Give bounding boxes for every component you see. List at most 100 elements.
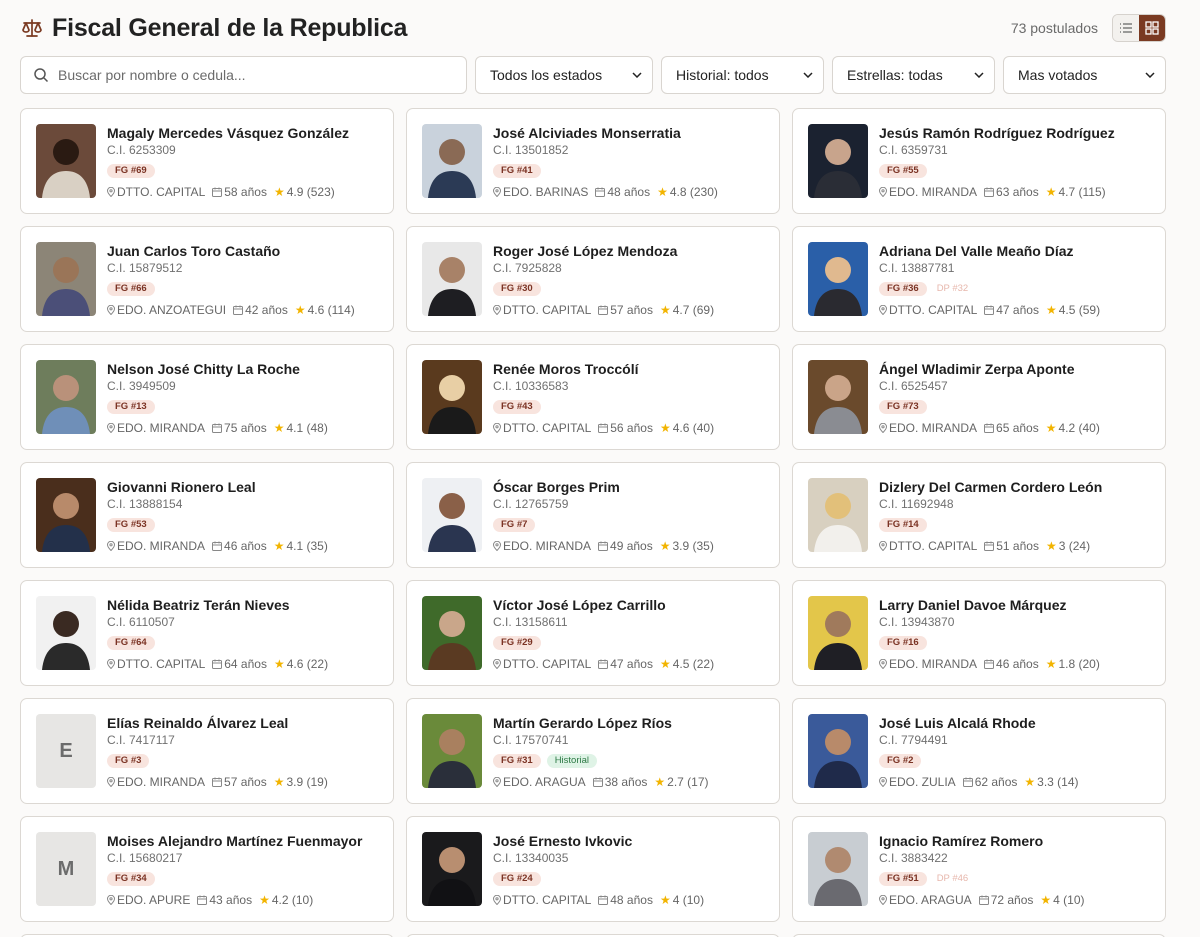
location-pin-icon	[879, 187, 887, 197]
candidate-location: DTTO. CAPITAL	[889, 303, 978, 317]
candidate-meta: EDO. MIRANDA 75 años ★ 4.1 (48)	[107, 421, 328, 435]
estado-select[interactable]: Todos los estados	[475, 56, 653, 94]
candidate-name: José Alciviades Monserratia	[493, 125, 681, 141]
candidate-card[interactable]: Nelson José Chitty La Roche C.I. 3949509…	[20, 344, 394, 450]
avatar	[36, 360, 96, 434]
location-pin-icon	[107, 423, 115, 433]
candidate-age: 47 años	[610, 657, 653, 671]
candidate-card[interactable]: Jesús Ramón Rodríguez Rodríguez C.I. 635…	[792, 108, 1166, 214]
avatar-initial: E	[36, 714, 96, 788]
star-icon: ★	[273, 657, 285, 671]
candidate-card[interactable]: José Alciviades Monserratia C.I. 1350185…	[406, 108, 780, 214]
sort-select-value: Mas votados	[1018, 67, 1098, 83]
calendar-icon	[595, 187, 606, 197]
candidate-ci: C.I. 13887781	[879, 261, 955, 275]
list-view-icon[interactable]	[1113, 15, 1139, 41]
candidate-meta: DTTO. CAPITAL 58 años ★ 4.9 (523)	[107, 185, 335, 199]
candidate-card[interactable]: José Ernesto Ivkovic C.I. 13340035 FG #2…	[406, 816, 780, 922]
candidate-rating: 3.9 (19)	[286, 775, 328, 789]
candidate-card[interactable]: Nélida Beatriz Terán Nieves C.I. 6110507…	[20, 580, 394, 686]
candidate-name: Moises Alejandro Martínez Fuenmayor	[107, 833, 363, 849]
candidate-location: EDO. MIRANDA	[117, 421, 206, 435]
star-icon: ★	[654, 775, 666, 789]
candidate-meta: EDO. MIRANDA 46 años ★ 1.8 (20)	[879, 657, 1100, 671]
fg-badge: FG #36	[879, 282, 927, 296]
candidate-card[interactable]: E Elías Reinaldo Álvarez Leal C.I. 74171…	[20, 698, 394, 804]
candidate-card[interactable]: Víctor José López Carrillo C.I. 13158611…	[406, 580, 780, 686]
candidate-card[interactable]: Magaly Mercedes Vásquez González C.I. 62…	[20, 108, 394, 214]
candidate-name: Roger José López Mendoza	[493, 243, 678, 259]
avatar	[808, 478, 868, 552]
badge-row: FG #53	[107, 518, 155, 532]
historial-select[interactable]: Historial: todos	[661, 56, 824, 94]
star-icon: ★	[273, 539, 285, 553]
search-icon	[33, 67, 49, 83]
candidate-card[interactable]: Renée Moros Troccólí C.I. 10336583 FG #4…	[406, 344, 780, 450]
candidate-card[interactable]: Ángel Wladimir Zerpa Aponte C.I. 6525457…	[792, 344, 1166, 450]
candidate-card[interactable]: José Luis Alcalá Rhode C.I. 7794491 FG #…	[792, 698, 1166, 804]
candidate-card[interactable]: Óscar Borges Prim C.I. 12765759 FG #7 ED…	[406, 462, 780, 568]
star-icon: ★	[273, 185, 285, 199]
candidate-location: EDO. ARAGUA	[889, 893, 972, 907]
fg-badge: FG #51	[879, 872, 927, 886]
candidate-rating: 4.7 (115)	[1058, 185, 1106, 199]
candidate-meta: DTTO. CAPITAL 51 años ★ 3 (24)	[879, 539, 1090, 553]
candidate-age: 47 años	[996, 303, 1039, 317]
candidate-location: EDO. ANZOATEGUI	[117, 303, 227, 317]
fg-badge: FG #13	[107, 400, 155, 414]
star-icon: ★	[659, 539, 671, 553]
calendar-icon	[212, 423, 223, 433]
candidate-rating: 4 (10)	[672, 893, 705, 907]
candidate-card[interactable]: Martín Gerardo López Ríos C.I. 17570741 …	[406, 698, 780, 804]
candidate-card[interactable]: Ignacio Ramírez Romero C.I. 3883422 FG #…	[792, 816, 1166, 922]
candidate-card[interactable]: M Moises Alejandro Martínez Fuenmayor C.…	[20, 816, 394, 922]
candidate-card[interactable]: Roger José López Mendoza C.I. 7925828 FG…	[406, 226, 780, 332]
avatar	[422, 714, 482, 788]
avatar	[422, 832, 482, 906]
chevron-down-icon	[1145, 70, 1155, 80]
badge-row: FG #36 DP #32	[879, 282, 972, 296]
candidate-name: Nélida Beatriz Terán Nieves	[107, 597, 290, 613]
badge-row: FG #13	[107, 400, 155, 414]
candidate-age: 75 años	[224, 421, 267, 435]
view-toggle	[1112, 14, 1166, 42]
candidate-card[interactable]: Larry Daniel Davoe Márquez C.I. 13943870…	[792, 580, 1166, 686]
location-pin-icon	[879, 659, 887, 669]
badge-row: FG #3	[107, 754, 150, 768]
candidate-meta: DTTO. CAPITAL 56 años ★ 4.6 (40)	[493, 421, 714, 435]
candidate-card[interactable]: Adriana Del Valle Meaño Díaz C.I. 138877…	[792, 226, 1166, 332]
search-placeholder: Buscar por nombre o cedula...	[58, 67, 246, 83]
calendar-icon	[984, 305, 995, 315]
candidate-location: EDO. MIRANDA	[117, 539, 206, 553]
search-input[interactable]: Buscar por nombre o cedula...	[20, 56, 467, 94]
candidate-age: 51 años	[996, 539, 1039, 553]
chevron-down-icon	[803, 70, 813, 80]
fg-badge: FG #14	[879, 518, 927, 532]
estrellas-select[interactable]: Estrellas: todas	[832, 56, 995, 94]
estrellas-select-value: Estrellas: todas	[847, 67, 943, 83]
candidate-card[interactable]: Dizlery Del Carmen Cordero León C.I. 116…	[792, 462, 1166, 568]
avatar-letter: E	[59, 739, 73, 762]
location-pin-icon	[107, 305, 115, 315]
avatar	[422, 360, 482, 434]
grid-view-icon[interactable]	[1139, 15, 1165, 41]
avatar	[808, 714, 868, 788]
candidate-location: EDO. BARINAS	[503, 185, 589, 199]
star-icon: ★	[1045, 303, 1057, 317]
fg-badge: FG #29	[493, 636, 541, 650]
calendar-icon	[984, 659, 995, 669]
candidate-rating: 4.1 (35)	[286, 539, 328, 553]
page-title: Fiscal General de la Republica	[52, 13, 408, 42]
badge-row: FG #24	[493, 872, 541, 886]
candidate-location: DTTO. CAPITAL	[117, 185, 206, 199]
calendar-icon	[984, 187, 995, 197]
star-icon: ★	[259, 893, 270, 907]
candidate-ci: C.I. 3883422	[879, 851, 948, 865]
candidate-rating: 4.1 (48)	[286, 421, 328, 435]
sort-select[interactable]: Mas votados	[1003, 56, 1166, 94]
extra-badge: DP #46	[936, 873, 969, 884]
candidate-card[interactable]: Juan Carlos Toro Castaño C.I. 15879512 F…	[20, 226, 394, 332]
candidate-card[interactable]: Giovanni Rionero Leal C.I. 13888154 FG #…	[20, 462, 394, 568]
location-pin-icon	[493, 423, 501, 433]
star-icon: ★	[1045, 657, 1057, 671]
